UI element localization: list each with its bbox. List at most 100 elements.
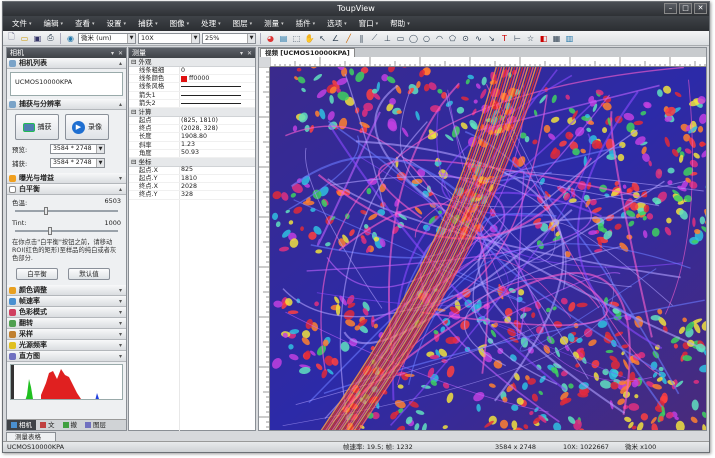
histogram-axis (11, 365, 14, 399)
measure-key: 终点.Y (139, 191, 158, 199)
play-icon: ▶ (72, 120, 85, 134)
grid-icon[interactable]: ▦ (551, 33, 562, 44)
color-palette-icon[interactable]: ◕ (265, 33, 276, 44)
select-rect-icon[interactable]: ⬚ (291, 33, 302, 44)
status-resolution: 3584 x 2748 (495, 443, 537, 451)
menu-item-8[interactable]: 测量 ▾ (258, 18, 290, 29)
section-exposure[interactable]: 曝光与增益 ▾ (7, 173, 126, 184)
capture-settings-icon[interactable]: ◉ (65, 33, 76, 44)
menu-item-label: 图层 (232, 19, 248, 28)
microscope-image[interactable] (270, 67, 706, 430)
ellipse-icon[interactable]: ◯ (408, 33, 419, 44)
section-6[interactable]: 直方图 ▾ (7, 351, 126, 362)
menu-item-1[interactable]: 编辑 ▾ (38, 18, 70, 29)
section-camera-list[interactable]: 相机列表 ▴ (7, 58, 126, 69)
line-icon[interactable]: ╱ (343, 33, 354, 44)
camera-list[interactable]: UCMOS10000KPA (10, 72, 123, 96)
perpendicular-icon[interactable]: ⊥ (382, 33, 393, 44)
minimize-button[interactable]: – (664, 3, 677, 14)
unit-select[interactable]: 微米 (um) ▼ (78, 32, 136, 44)
section-3[interactable]: 翻转 ▾ (7, 318, 126, 329)
measure-group[interactable]: ⊟ 外观 (129, 58, 255, 67)
measure-row[interactable]: 箭头2 (129, 100, 255, 108)
histogram-icon[interactable]: ▤ (278, 33, 289, 44)
curve-icon[interactable]: ∿ (473, 33, 484, 44)
section-white-balance[interactable]: 白平衡 ▴ (7, 184, 126, 195)
chevron-down-icon: ▾ (118, 298, 122, 305)
horizontal-ruler (270, 57, 706, 67)
tint-slider-handle[interactable] (47, 227, 52, 235)
camera-list-item[interactable]: UCMOS10000KPA (15, 78, 72, 86)
scale-bar-icon[interactable]: ⊢ (512, 33, 523, 44)
magnification-select[interactable]: 10X ▼ (138, 32, 200, 44)
menu-item-10[interactable]: 选项 ▾ (321, 18, 353, 29)
measure-row[interactable]: 箭头1 (129, 92, 255, 100)
text-icon[interactable]: T (499, 33, 510, 44)
menu-item-4[interactable]: 捕获 ▾ (132, 18, 164, 29)
menu-item-2[interactable]: 查看 ▾ (69, 18, 101, 29)
left-tab-2[interactable]: 撤 (59, 420, 82, 430)
left-tab-3[interactable]: 图层 (81, 420, 110, 430)
circle-icon[interactable]: ○ (421, 33, 432, 44)
video-tab[interactable]: 视频 [UCMOS10000KPA] (260, 48, 355, 57)
capture-resolution-select[interactable]: 3584 * 2748 ▼ (50, 158, 105, 168)
maximize-button[interactable]: □ (679, 3, 692, 14)
measure-value: (2028, 328) (181, 124, 218, 132)
collapse-icon: ⊟ (131, 58, 137, 66)
section-1[interactable]: 帧速率 ▾ (7, 296, 126, 307)
open-folder-icon[interactable]: ▭ (19, 33, 30, 44)
pan-hand-icon[interactable]: ✋ (304, 33, 315, 44)
section-4[interactable]: 采样 ▾ (7, 329, 126, 340)
measure-row[interactable]: 终点.Y 328 (129, 191, 255, 200)
measure-row[interactable]: 线条风格 (129, 83, 255, 92)
left-tab-1[interactable]: 文 (36, 420, 59, 430)
polyline-icon[interactable]: ⟋ (369, 33, 380, 44)
histogram-plot (11, 365, 99, 399)
section-5[interactable]: 光源频率 ▾ (7, 340, 126, 351)
capture-section-icon (9, 101, 16, 108)
arrow-icon[interactable]: ↘ (486, 33, 497, 44)
menu-item-11[interactable]: 窗口 ▾ (353, 18, 385, 29)
zoom-percent-select[interactable]: 25% ▼ (202, 32, 256, 44)
measure-row[interactable]: 角度 50.93 (129, 149, 255, 158)
section-0[interactable]: 颜色调整 ▾ (7, 285, 126, 296)
layer-icon[interactable]: ◧ (538, 33, 549, 44)
close-button[interactable]: ✕ (694, 3, 707, 14)
temperature-slider-handle[interactable] (43, 207, 48, 215)
save-icon[interactable]: ▣ (32, 33, 43, 44)
parallel-icon[interactable]: ∥ (356, 33, 367, 44)
point-icon[interactable]: ⊙ (460, 33, 471, 44)
tint-slider[interactable] (15, 227, 118, 235)
left-tab-0[interactable]: 相机 (7, 420, 36, 430)
temperature-slider[interactable] (15, 207, 118, 215)
section-2[interactable]: 色彩模式 ▾ (7, 307, 126, 318)
menu-item-5[interactable]: 图像 ▾ (164, 18, 196, 29)
default-button[interactable]: 默认值 (68, 268, 110, 280)
record-button[interactable]: ▶ 录像 (65, 114, 109, 140)
measure-value: 1908.80 (181, 132, 208, 140)
rectangle-icon[interactable]: ▭ (395, 33, 406, 44)
menu-item-7[interactable]: 图层 ▾ (227, 18, 259, 29)
snap-button[interactable]: 捕获 (15, 114, 59, 140)
star-icon[interactable]: ☆ (525, 33, 536, 44)
measure-group-label: 坐标 (138, 157, 152, 166)
menu-item-3[interactable]: 设置 ▾ (101, 18, 133, 29)
tint-value: 1000 (104, 219, 121, 227)
section-title: 直方图 (19, 352, 40, 360)
menu-item-0[interactable]: 文件 ▾ (6, 18, 38, 29)
measure-value: 1.23 (181, 141, 196, 149)
pointer-icon[interactable]: ↖ (317, 33, 328, 44)
white-balance-button[interactable]: 白平衡 (16, 268, 58, 280)
print-icon[interactable]: ⎙ (45, 33, 56, 44)
section-capture[interactable]: 捕获与分辨率 ▴ (7, 99, 126, 110)
export-icon[interactable]: ▥ (564, 33, 575, 44)
magnification-select-value: 10X (141, 33, 154, 42)
arc-icon[interactable]: ◠ (434, 33, 445, 44)
preview-resolution-select[interactable]: 3584 * 2748 ▼ (50, 144, 105, 154)
menu-item-9[interactable]: 插件 ▾ (290, 18, 322, 29)
angle-icon[interactable]: ∠ (330, 33, 341, 44)
polygon-icon[interactable]: ⬠ (447, 33, 458, 44)
new-file-icon[interactable]: 🗋 (6, 32, 17, 44)
menu-item-6[interactable]: 处理 ▾ (195, 18, 227, 29)
menu-item-12[interactable]: 帮助 ▾ (384, 18, 416, 29)
